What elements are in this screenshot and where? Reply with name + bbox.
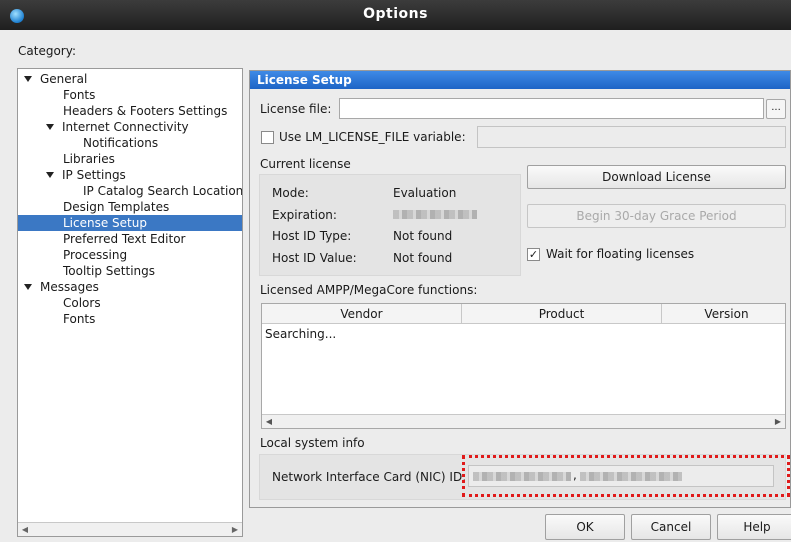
nic-id-label: Network Interface Card (NIC) ID: xyxy=(272,470,467,484)
column-header-vendor[interactable]: Vendor xyxy=(262,304,462,324)
expiration-label: Expiration: xyxy=(272,208,337,222)
host-id-value-value: Not found xyxy=(393,251,453,265)
tree-item-processing[interactable]: Processing xyxy=(63,247,127,263)
scroll-left-icon[interactable]: ◀ xyxy=(263,416,275,427)
category-label: Category: xyxy=(18,44,76,58)
tree-item-design-templates[interactable]: Design Templates xyxy=(63,199,169,215)
host-id-value-label: Host ID Value: xyxy=(272,251,357,265)
tree-item-ip-settings[interactable]: IP Settings xyxy=(46,167,126,183)
tree-item-ip-catalog-search[interactable]: IP Catalog Search Location xyxy=(83,183,242,199)
cancel-button[interactable]: Cancel xyxy=(631,514,711,540)
panel-header: License Setup xyxy=(250,71,790,89)
mode-value: Evaluation xyxy=(393,186,457,200)
scroll-left-icon[interactable]: ◀ xyxy=(20,525,30,535)
browse-button[interactable]: ... xyxy=(766,99,786,119)
tree-item-messages[interactable]: Messages xyxy=(24,279,99,295)
wait-floating-label: Wait for floating licenses xyxy=(546,247,695,261)
tree-item-license-setup[interactable]: License Setup xyxy=(18,215,242,231)
tree-item-notifications[interactable]: Notifications xyxy=(83,135,158,151)
mode-label: Mode: xyxy=(272,186,309,200)
expand-caret-icon[interactable] xyxy=(24,284,32,290)
tree-horizontal-scrollbar[interactable]: ◀ ▶ xyxy=(18,522,242,536)
tree-item-headers-footers[interactable]: Headers & Footers Settings xyxy=(63,103,227,119)
tree-item-tooltip-settings[interactable]: Tooltip Settings xyxy=(63,263,155,279)
expand-caret-icon[interactable] xyxy=(46,124,54,130)
nic-highlight-annotation xyxy=(462,455,790,497)
column-header-version[interactable]: Version xyxy=(662,304,785,324)
column-header-product[interactable]: Product xyxy=(462,304,662,324)
license-file-input[interactable] xyxy=(339,98,764,119)
title-bar: Options xyxy=(0,0,791,30)
ampp-title: Licensed AMPP/MegaCore functions: xyxy=(260,283,478,297)
expand-caret-icon[interactable] xyxy=(46,172,54,178)
host-id-type-label: Host ID Type: xyxy=(272,229,352,243)
category-tree[interactable]: General Fonts Headers & Footers Settings… xyxy=(17,68,243,537)
expand-caret-icon[interactable] xyxy=(24,76,32,82)
tree-item-general[interactable]: General xyxy=(24,71,87,87)
ok-button[interactable]: OK xyxy=(545,514,625,540)
tree-item-fonts[interactable]: Fonts xyxy=(63,87,95,103)
expiration-value-redacted xyxy=(393,210,477,219)
ampp-table[interactable]: Vendor Product Version Searching... ◀ ▶ xyxy=(261,303,786,429)
use-lm-license-checkbox[interactable] xyxy=(261,131,274,144)
tree-item-preferred-text-editor[interactable]: Preferred Text Editor xyxy=(63,231,186,247)
local-info-title: Local system info xyxy=(260,436,365,450)
host-id-type-value: Not found xyxy=(393,229,453,243)
window-title: Options xyxy=(363,6,428,22)
license-file-label: License file: xyxy=(260,102,332,116)
help-button[interactable]: Help xyxy=(717,514,791,540)
tree-item-libraries[interactable]: Libraries xyxy=(63,151,115,167)
table-horizontal-scrollbar[interactable]: ◀ ▶ xyxy=(262,414,785,428)
use-lm-license-label: Use LM_LICENSE_FILE variable: xyxy=(279,130,466,144)
tree-item-message-fonts[interactable]: Fonts xyxy=(63,311,95,327)
begin-grace-period-button[interactable]: Begin 30-day Grace Period xyxy=(527,204,786,228)
current-license-title: Current license xyxy=(260,157,351,171)
scroll-right-icon[interactable]: ▶ xyxy=(230,525,240,535)
lm-license-input[interactable] xyxy=(477,126,786,148)
tree-item-internet-connectivity[interactable]: Internet Connectivity xyxy=(46,119,189,135)
table-status-text: Searching... xyxy=(265,327,337,341)
download-license-button[interactable]: Download License xyxy=(527,165,786,189)
tree-item-colors[interactable]: Colors xyxy=(63,295,101,311)
wait-floating-checkbox[interactable]: ✓ xyxy=(527,248,540,261)
scroll-right-icon[interactable]: ▶ xyxy=(772,416,784,427)
